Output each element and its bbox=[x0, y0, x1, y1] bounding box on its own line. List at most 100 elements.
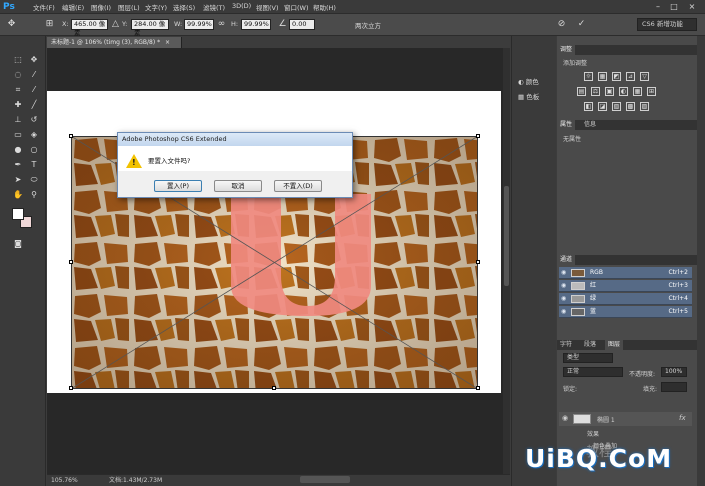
posterize-icon[interactable]: ◪ bbox=[598, 102, 607, 111]
transform-handle-bottom[interactable] bbox=[272, 386, 276, 390]
pen-tool-icon[interactable]: ✒ bbox=[12, 159, 24, 170]
eye-icon[interactable]: ◉ bbox=[561, 306, 566, 318]
selective-color-icon[interactable]: ▨ bbox=[640, 102, 649, 111]
history-brush-icon[interactable]: ↺ bbox=[28, 114, 40, 125]
channel-row-red[interactable]: ◉ 红 Ctrl+3 bbox=[559, 280, 692, 292]
delta-icon[interactable]: △ bbox=[110, 19, 121, 30]
y-position-field[interactable]: 284.00 像素 bbox=[131, 19, 169, 37]
move-tool-icon[interactable]: ✥ bbox=[28, 54, 40, 65]
tab-channels[interactable]: 通道 bbox=[557, 255, 576, 265]
zoom-tool-icon[interactable]: ⚲ bbox=[28, 189, 40, 200]
document-tab[interactable]: 未标题-1 @ 106% (timg (3), RGB/8) * × bbox=[47, 37, 182, 48]
commit-transform-icon[interactable]: ✓ bbox=[576, 19, 587, 30]
paint-bucket-icon[interactable]: ◈ bbox=[28, 129, 40, 140]
reference-point-icon[interactable]: ⊞ bbox=[44, 19, 55, 30]
transform-handle-top-left[interactable] bbox=[69, 134, 73, 138]
photo-filter-icon[interactable]: ◐ bbox=[619, 87, 628, 96]
height-field[interactable]: 99.99% bbox=[241, 19, 271, 30]
width-field[interactable]: 99.99% bbox=[184, 19, 214, 30]
horizontal-scroll-thumb[interactable] bbox=[300, 476, 350, 483]
foreground-color-swatch[interactable] bbox=[12, 208, 24, 220]
tab-adjustments[interactable]: 调整 bbox=[557, 45, 576, 55]
menu-file[interactable]: 文件(F) bbox=[33, 2, 55, 12]
eye-icon[interactable]: ◉ bbox=[561, 293, 566, 305]
menu-3d[interactable]: 3D(D) bbox=[232, 2, 251, 10]
shape-tool-icon[interactable]: ⬭ bbox=[28, 174, 40, 185]
marquee-tool-icon[interactable]: ⬚ bbox=[12, 54, 24, 65]
transform-handle-bottom-left[interactable] bbox=[69, 386, 73, 390]
color-panel-button[interactable]: ◐ 颜色 bbox=[518, 76, 539, 86]
place-button[interactable]: 置入(P) bbox=[154, 180, 202, 192]
menu-image[interactable]: 图像(I) bbox=[91, 2, 111, 12]
menu-type[interactable]: 文字(Y) bbox=[145, 2, 167, 12]
document-tab-close-icon[interactable]: × bbox=[165, 39, 170, 46]
eye-icon[interactable]: ◉ bbox=[561, 280, 566, 292]
transform-handle-bottom-right[interactable] bbox=[476, 386, 480, 390]
curves-adjust-icon[interactable]: ◩ bbox=[612, 72, 621, 81]
angle-field[interactable]: 0.00 bbox=[289, 19, 315, 30]
clone-stamp-icon[interactable]: ⊥ bbox=[12, 114, 24, 125]
fill-field[interactable] bbox=[661, 382, 687, 392]
color-lookup-icon[interactable]: ⊞ bbox=[647, 87, 656, 96]
dodge-tool-icon[interactable]: ○ bbox=[28, 144, 40, 155]
blur-tool-icon[interactable]: ● bbox=[12, 144, 24, 155]
type-tool-icon[interactable]: T bbox=[28, 159, 40, 170]
link-icon[interactable]: ∞ bbox=[216, 19, 227, 30]
brightness-adjust-icon[interactable]: ☼ bbox=[584, 72, 593, 81]
threshold-icon[interactable]: ▧ bbox=[612, 102, 621, 111]
layer-row-ellipse[interactable]: ◉ 椭圆 1 fx bbox=[559, 412, 692, 426]
menu-filter[interactable]: 滤镜(T) bbox=[203, 2, 225, 12]
minimize-button[interactable]: – bbox=[652, 2, 664, 12]
transform-handle-left[interactable] bbox=[69, 260, 73, 264]
menu-edit[interactable]: 编辑(E) bbox=[62, 2, 84, 12]
close-window-button[interactable]: × bbox=[686, 2, 698, 12]
tab-properties[interactable]: 属性 bbox=[557, 120, 576, 130]
tab-character[interactable]: 字符 bbox=[557, 340, 575, 350]
gradient-map-icon[interactable]: ▩ bbox=[626, 102, 635, 111]
right-panel-scrollbar[interactable] bbox=[697, 36, 705, 486]
opacity-field[interactable]: 100% bbox=[661, 367, 687, 377]
cancel-transform-icon[interactable]: ⊘ bbox=[556, 19, 567, 30]
cancel-button[interactable]: 取消 bbox=[214, 180, 262, 192]
lasso-tool-icon[interactable]: ◌ bbox=[12, 69, 24, 80]
channel-row-rgb[interactable]: ◉ RGB Ctrl+2 bbox=[559, 267, 692, 279]
interpolation-select[interactable]: 两次立方 bbox=[355, 20, 381, 30]
maximize-button[interactable]: □ bbox=[668, 2, 680, 12]
workspace-select[interactable]: CS6 新增功能 bbox=[637, 18, 697, 31]
blend-mode-select[interactable]: 正常 bbox=[563, 367, 623, 377]
vertical-scroll-thumb[interactable] bbox=[504, 186, 509, 286]
fx-icon[interactable]: fx bbox=[679, 414, 686, 422]
tab-info[interactable]: 信息 bbox=[581, 120, 599, 130]
menu-layer[interactable]: 图层(L) bbox=[118, 2, 140, 12]
menu-view[interactable]: 视图(V) bbox=[256, 2, 279, 12]
vibrance-adjust-icon[interactable]: ▽ bbox=[640, 72, 649, 81]
tab-layers[interactable]: 图层 bbox=[605, 340, 624, 350]
eye-icon[interactable]: ◉ bbox=[561, 267, 566, 279]
magic-wand-icon[interactable]: ⁄ bbox=[28, 69, 40, 80]
invert-icon[interactable]: ◧ bbox=[584, 102, 593, 111]
eraser-tool-icon[interactable]: ▭ bbox=[12, 129, 24, 140]
swatches-panel-button[interactable]: ▦ 色板 bbox=[518, 91, 539, 101]
channel-row-green[interactable]: ◉ 绿 Ctrl+4 bbox=[559, 293, 692, 305]
path-selection-icon[interactable]: ➤ bbox=[12, 174, 24, 185]
menu-window[interactable]: 窗口(W) bbox=[284, 2, 309, 12]
transform-handle-right[interactable] bbox=[476, 260, 480, 264]
eye-icon[interactable]: ◉ bbox=[562, 414, 568, 422]
menu-select[interactable]: 选择(S) bbox=[173, 2, 195, 12]
levels-adjust-icon[interactable]: ▦ bbox=[598, 72, 607, 81]
transform-handle-top-right[interactable] bbox=[476, 134, 480, 138]
color-balance-icon[interactable]: ⚖ bbox=[591, 87, 600, 96]
tab-paragraph[interactable]: 段落 bbox=[581, 340, 599, 350]
zoom-level[interactable]: 105.76% bbox=[51, 475, 78, 486]
menu-help[interactable]: 帮助(H) bbox=[313, 2, 336, 12]
black-white-icon[interactable]: ▣ bbox=[605, 87, 614, 96]
hand-tool-icon[interactable]: ✋ bbox=[12, 189, 24, 200]
x-position-field[interactable]: 465.00 像素 bbox=[71, 19, 108, 37]
eyedropper-icon[interactable]: ⁄ bbox=[28, 84, 40, 95]
channel-mixer-icon[interactable]: ▦ bbox=[633, 87, 642, 96]
crop-tool-icon[interactable]: ⌗ bbox=[12, 84, 24, 95]
exposure-adjust-icon[interactable]: ⊿ bbox=[626, 72, 635, 81]
hue-saturation-icon[interactable]: ▤ bbox=[577, 87, 586, 96]
channel-row-blue[interactable]: ◉ 蓝 Ctrl+5 bbox=[559, 306, 692, 318]
healing-brush-icon[interactable]: ✚ bbox=[12, 99, 24, 110]
